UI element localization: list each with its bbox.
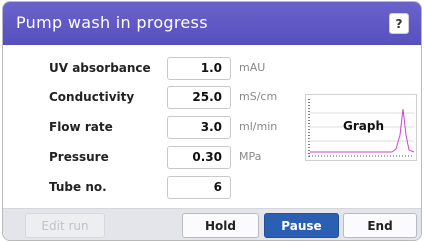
action-bar: Edit run Hold Pause End [3, 208, 421, 240]
param-value: 25.0 [167, 86, 231, 109]
param-label: Pressure [49, 150, 109, 164]
param-unit: mAU [239, 61, 266, 74]
param-value: 0.30 [167, 146, 231, 169]
end-button[interactable]: End [343, 213, 417, 238]
pause-button[interactable]: Pause [264, 213, 339, 238]
param-unit: mS/cm [239, 90, 278, 103]
hold-button[interactable]: Hold [182, 213, 259, 238]
help-button[interactable]: ? [389, 13, 409, 34]
param-label: UV absorbance [49, 61, 151, 75]
param-row-uv-absorbance: UV absorbance 1.0 mAU [3, 57, 303, 81]
param-unit: MPa [239, 150, 262, 163]
param-value: 1.0 [167, 57, 231, 80]
title-bar: Pump wash in progress ? [3, 2, 421, 45]
window-title: Pump wash in progress [16, 13, 208, 32]
param-unit: ml/min [239, 120, 278, 133]
edit-run-button[interactable]: Edit run [25, 213, 105, 238]
parameters-panel: UV absorbance 1.0 mAU Conductivity 25.0 … [3, 45, 421, 208]
param-label: Flow rate [49, 120, 113, 134]
param-value: 3.0 [167, 116, 231, 139]
param-row-tube-no: Tube no. 6 [3, 176, 303, 200]
param-label: Tube no. [49, 180, 107, 194]
param-row-pressure: Pressure 0.30 MPa [3, 146, 303, 170]
dialog-window: Pump wash in progress ? UV absorbance 1.… [2, 1, 422, 241]
graph-button[interactable]: Graph [305, 94, 417, 161]
graph-label: Graph [343, 119, 384, 133]
param-row-conductivity: Conductivity 25.0 mS/cm [3, 86, 303, 110]
param-row-flow-rate: Flow rate 3.0 ml/min [3, 116, 303, 140]
param-value: 6 [167, 176, 231, 199]
param-label: Conductivity [49, 90, 135, 104]
